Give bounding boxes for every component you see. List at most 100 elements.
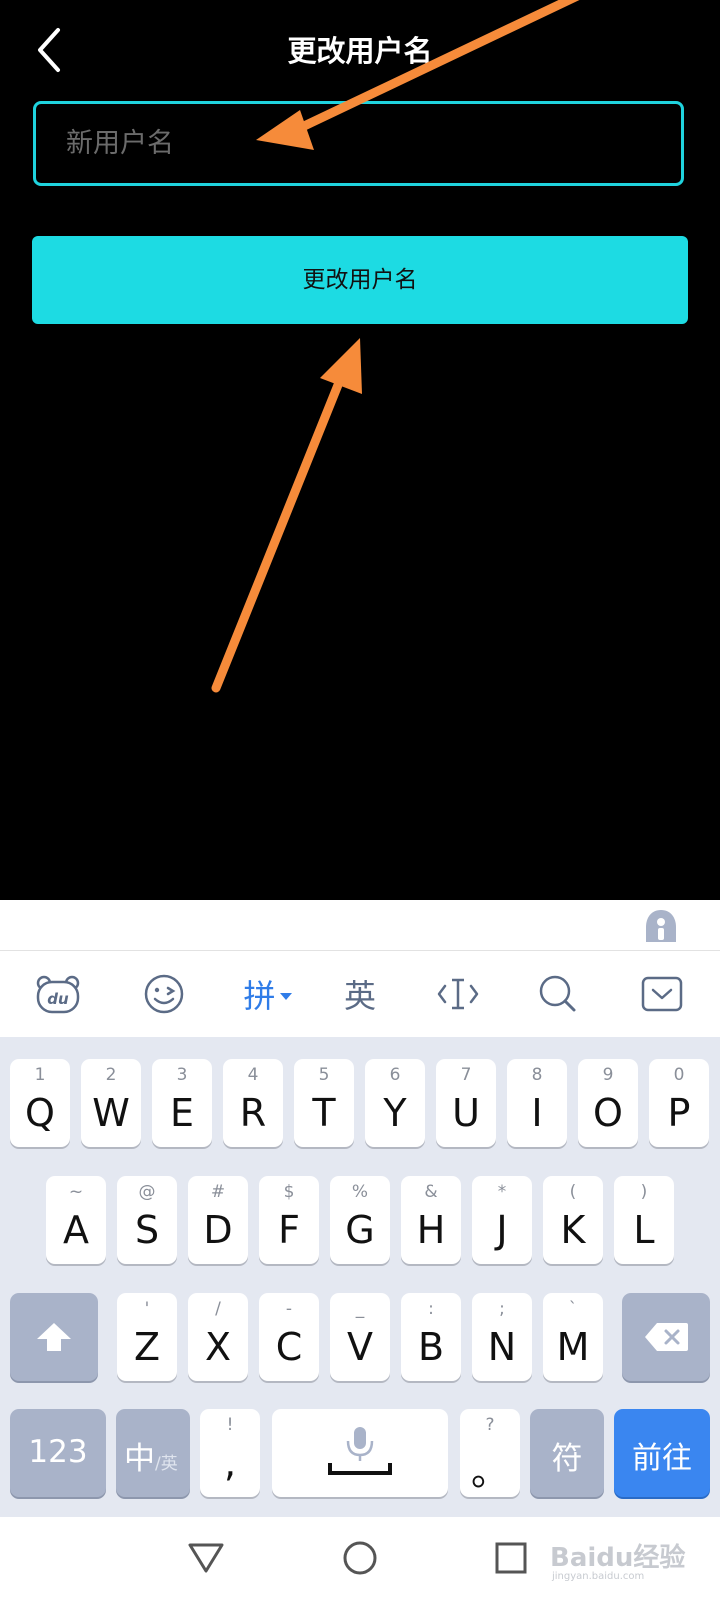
key-p[interactable]: 0P bbox=[649, 1059, 709, 1147]
go-key[interactable]: 前往 bbox=[614, 1409, 710, 1497]
space-key[interactable] bbox=[272, 1409, 448, 1497]
key-u[interactable]: 7U bbox=[436, 1059, 496, 1147]
page-title: 更改用户名 bbox=[287, 34, 433, 68]
key-z-main: Z bbox=[133, 1325, 161, 1369]
key-y[interactable]: 6Y bbox=[365, 1059, 425, 1147]
key-m-sub: ` bbox=[568, 1299, 578, 1319]
key-j-main: J bbox=[496, 1208, 508, 1252]
key-l[interactable]: ) L bbox=[614, 1176, 674, 1264]
hide-keyboard-button[interactable] bbox=[632, 951, 692, 1037]
key-d-sub: # bbox=[210, 1182, 226, 1202]
key-t[interactable]: 5T bbox=[294, 1059, 354, 1147]
key-g[interactable]: % G bbox=[330, 1176, 390, 1264]
key-m-main: M bbox=[556, 1325, 590, 1369]
key-w-main: W bbox=[92, 1091, 130, 1135]
nav-recents-icon[interactable] bbox=[494, 1541, 528, 1575]
numbers-key[interactable]: 123 bbox=[10, 1409, 106, 1497]
smiley-icon bbox=[144, 974, 184, 1014]
key-a-sub: ~ bbox=[68, 1182, 84, 1202]
key-b-sub: : bbox=[428, 1299, 434, 1319]
key-w-sub: 2 bbox=[105, 1065, 117, 1085]
key-n-main: N bbox=[487, 1325, 517, 1369]
symbols-key-label: 符 bbox=[551, 1441, 583, 1477]
lang-toggle-label: 中/英 bbox=[124, 1433, 178, 1478]
period-key-sub: ? bbox=[485, 1415, 495, 1435]
key-v-main: V bbox=[347, 1325, 373, 1369]
pinyin-mode-button[interactable]: 拼 bbox=[230, 951, 306, 1037]
key-x[interactable]: / X bbox=[188, 1293, 248, 1381]
key-r[interactable]: 4R bbox=[223, 1059, 283, 1147]
cursor-button[interactable] bbox=[428, 951, 488, 1037]
search-icon bbox=[539, 975, 576, 1012]
keyboard-toolbar: du 拼 英 bbox=[0, 951, 720, 1037]
key-e[interactable]: 3E bbox=[152, 1059, 212, 1147]
key-h-sub: & bbox=[424, 1182, 438, 1202]
key-m[interactable]: ` M bbox=[543, 1293, 603, 1381]
key-z[interactable]: ' Z bbox=[117, 1293, 177, 1381]
key-l-sub: ) bbox=[640, 1182, 648, 1202]
numbers-key-label: 123 bbox=[28, 1434, 88, 1470]
key-u-sub: 7 bbox=[460, 1065, 472, 1085]
key-y-sub: 6 bbox=[389, 1065, 401, 1085]
emoji-button[interactable] bbox=[136, 951, 192, 1037]
key-f-main: F bbox=[278, 1208, 300, 1252]
key-h[interactable]: & H bbox=[401, 1176, 461, 1264]
key-r-sub: 4 bbox=[247, 1065, 259, 1085]
key-o-main: O bbox=[593, 1091, 623, 1135]
key-t-main: T bbox=[312, 1091, 336, 1135]
symbols-key[interactable]: 符 bbox=[530, 1409, 604, 1497]
key-b[interactable]: :B bbox=[401, 1293, 461, 1381]
comma-key[interactable]: ! , bbox=[200, 1409, 260, 1497]
chinese-english-toggle-key[interactable]: 中/英 bbox=[116, 1409, 190, 1497]
key-w[interactable]: 2W bbox=[81, 1059, 141, 1147]
key-f[interactable]: $ F bbox=[259, 1176, 319, 1264]
key-u-main: U bbox=[452, 1091, 480, 1135]
baidu-logo-button[interactable]: du bbox=[30, 951, 86, 1037]
shift-key[interactable] bbox=[10, 1293, 98, 1381]
key-g-main: G bbox=[345, 1208, 375, 1252]
keyboard-top-strip bbox=[0, 900, 720, 951]
period-key[interactable]: ? 。 bbox=[460, 1409, 520, 1497]
nav-home-icon[interactable] bbox=[341, 1539, 379, 1577]
key-q[interactable]: 1Q bbox=[10, 1059, 70, 1147]
change-username-button[interactable]: 更改用户名 bbox=[32, 236, 688, 324]
keyboard-keys: 1Q 2W 3E 4R 5T 6Y 7U 8I 9O 0P ~ A @ S # D $… bbox=[0, 1037, 720, 1517]
period-key-main: 。 bbox=[470, 1450, 509, 1494]
key-d[interactable]: # D bbox=[188, 1176, 248, 1264]
comma-key-main: , bbox=[223, 1441, 237, 1485]
key-k-sub: ( bbox=[569, 1182, 577, 1202]
system-nav-bar: Baidu经验 jingyan.baidu.com bbox=[0, 1517, 720, 1600]
nav-back-icon[interactable] bbox=[186, 1539, 226, 1575]
microphone-space-icon bbox=[328, 1427, 392, 1475]
text-cursor-icon bbox=[437, 978, 479, 1010]
key-o-sub: 9 bbox=[602, 1065, 614, 1085]
key-k[interactable]: (K bbox=[543, 1176, 603, 1264]
chevron-down-box-icon bbox=[641, 976, 683, 1012]
key-y-main: Y bbox=[383, 1091, 407, 1135]
caret-down-icon bbox=[279, 993, 292, 1000]
key-z-sub: ' bbox=[144, 1299, 150, 1319]
backspace-icon bbox=[645, 1323, 688, 1351]
arrow-to-button bbox=[211, 338, 362, 693]
search-button[interactable] bbox=[528, 951, 588, 1037]
new-username-input[interactable] bbox=[36, 104, 681, 183]
key-j[interactable]: * J bbox=[472, 1176, 532, 1264]
key-s[interactable]: @ S bbox=[117, 1176, 177, 1264]
key-f-sub: $ bbox=[283, 1182, 295, 1202]
key-c[interactable]: -C bbox=[259, 1293, 319, 1381]
key-v[interactable]: _ V bbox=[330, 1293, 390, 1381]
key-x-main: X bbox=[204, 1325, 232, 1369]
key-v-sub: _ bbox=[355, 1299, 365, 1319]
key-x-sub: / bbox=[215, 1299, 221, 1319]
key-o[interactable]: 9O bbox=[578, 1059, 638, 1147]
english-mode-button[interactable]: 英 bbox=[330, 951, 390, 1037]
key-a-main: A bbox=[63, 1208, 89, 1252]
backspace-key[interactable] bbox=[622, 1293, 710, 1381]
keyboard-assistant-icon[interactable] bbox=[642, 907, 680, 945]
key-i-main: I bbox=[531, 1091, 543, 1135]
key-i[interactable]: 8I bbox=[507, 1059, 567, 1147]
key-a[interactable]: ~ A bbox=[46, 1176, 106, 1264]
key-n[interactable]: ; N bbox=[472, 1293, 532, 1381]
bear-du-icon: du bbox=[36, 975, 80, 1014]
key-d-main: D bbox=[203, 1208, 233, 1252]
